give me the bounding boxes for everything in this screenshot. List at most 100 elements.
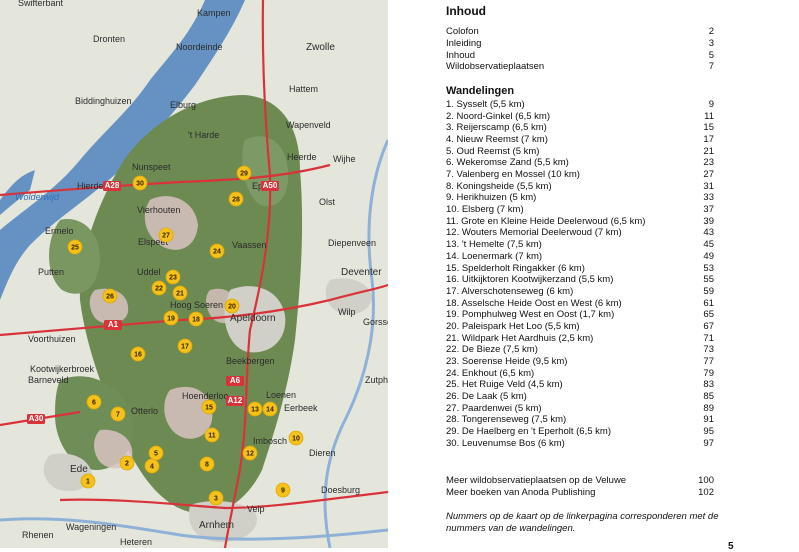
walk-marker: 28 bbox=[228, 191, 244, 207]
toc-entry-label: 23. Soerense Heide (9,5 km) bbox=[446, 355, 568, 367]
svg-text:8: 8 bbox=[205, 462, 209, 469]
svg-text:2: 2 bbox=[125, 461, 129, 468]
toc-entry-label: Inleiding bbox=[446, 37, 482, 49]
toc-entry: 25. Het Ruige Veld (4,5 km) 83 bbox=[446, 379, 714, 390]
toc-entry-page: 5 bbox=[708, 49, 714, 61]
svg-text:4: 4 bbox=[150, 464, 154, 471]
map-place-label: Putten bbox=[38, 267, 64, 277]
toc-entry: Meer boeken van Anoda Publishing 102 bbox=[446, 487, 714, 498]
road-shield: A1 bbox=[104, 320, 122, 330]
map-place-label: Swifterbant bbox=[18, 0, 64, 8]
toc-entry: 16. Uitkijktoren Kootwijkerzand (5,5 km)… bbox=[446, 274, 714, 285]
svg-text:17: 17 bbox=[181, 344, 189, 351]
toc-entry: 10. Elsberg (7 km) 37 bbox=[446, 204, 714, 215]
map-place-label: Kampen bbox=[197, 8, 231, 18]
toc-entry-page: 3 bbox=[708, 37, 714, 49]
walk-marker: 30 bbox=[132, 175, 148, 191]
toc-entry-label: 17. Alverschotenseweg (6 km) bbox=[446, 285, 574, 297]
svg-text:9: 9 bbox=[281, 488, 285, 495]
toc-entry-page: 59 bbox=[703, 285, 714, 297]
toc-entry-page: 102 bbox=[698, 487, 714, 498]
map-place-label: Hoog Soeren bbox=[170, 300, 223, 310]
toc-entry-label: 4. Nieuw Reemst (7 km) bbox=[446, 134, 548, 146]
toc-entry-page: 100 bbox=[698, 475, 714, 486]
toc-entry-label: 5. Oud Reemst (5 km) bbox=[446, 145, 540, 157]
toc-entry-label: Meer boeken van Anoda Publishing bbox=[446, 487, 596, 498]
map-place-label: Gorsse bbox=[363, 317, 388, 327]
svg-text:20: 20 bbox=[228, 304, 236, 311]
svg-text:28: 28 bbox=[232, 197, 240, 204]
toc-entry: 22. De Bieze (7,5 km) 73 bbox=[446, 344, 714, 355]
walk-marker: 5 bbox=[148, 445, 164, 461]
map-place-label: Heerde bbox=[287, 152, 317, 162]
walk-marker: 15 bbox=[201, 399, 217, 415]
toc-entry-page: 71 bbox=[703, 332, 714, 344]
svg-text:15: 15 bbox=[205, 405, 213, 412]
walk-marker: 7 bbox=[110, 406, 126, 422]
walk-marker: 27 bbox=[158, 227, 174, 243]
toc-entry-label: Inhoud bbox=[446, 49, 476, 61]
map-place-label: Biddinghuizen bbox=[75, 96, 132, 106]
toc-entry: 20. Paleispark Het Loo (5,5 km) 67 bbox=[446, 321, 714, 332]
map-place-label: Wolderwijd bbox=[15, 192, 60, 202]
map-place-label: Zwolle bbox=[306, 42, 335, 53]
toc-entry-label: 2. Noord-Ginkel (6,5 km) bbox=[446, 110, 551, 122]
toc-entry: Colofon 2 bbox=[446, 26, 714, 37]
svg-text:3: 3 bbox=[214, 496, 218, 503]
map-place-label: Velp bbox=[247, 504, 265, 514]
toc-entry-page: 7 bbox=[708, 61, 714, 73]
map-place-label: Doesburg bbox=[321, 485, 360, 495]
walk-marker: 23 bbox=[165, 269, 181, 285]
svg-text:29: 29 bbox=[240, 171, 248, 178]
toc-entry: 11. Grote en Kleine Heide Deelerwoud (6,… bbox=[446, 216, 714, 227]
map-place-label: Nunspeet bbox=[132, 162, 171, 172]
toc-entry: Meer wildobservatieplaatsen op de Veluwe… bbox=[446, 475, 714, 486]
toc-entry-label: 26. De Laak (5 km) bbox=[446, 391, 527, 402]
toc-entry: 18. Asselsche Heide Oost en West (6 km) 6… bbox=[446, 298, 714, 309]
toc-entry-label: 8. Koningsheide (5,5 km) bbox=[446, 180, 552, 192]
walk-marker: 29 bbox=[236, 165, 252, 181]
toc-entry: 26. De Laak (5 km) 85 bbox=[446, 391, 714, 402]
veluwe-map: Swifterbant Kampen Dronten Noordeinde Zwolle… bbox=[0, 0, 388, 548]
walk-marker: 13 bbox=[247, 401, 263, 417]
map-place-label: Zutph bbox=[365, 375, 388, 385]
walk-marker: 25 bbox=[67, 239, 83, 255]
toc-entry: 9. Herikhuizen (5 km) 33 bbox=[446, 192, 714, 203]
toc-entry: 30. Leuvenumse Bos (6 km) 97 bbox=[446, 438, 714, 449]
map-place-label: Olst bbox=[319, 197, 336, 207]
toc-entry: 23. Soerense Heide (9,5 km) 77 bbox=[446, 356, 714, 367]
table-of-contents: Inhoud Colofon 2 Inleiding 3 Inhoud 5 Wildobse… bbox=[446, 0, 786, 552]
toc-entry-page: 89 bbox=[703, 402, 714, 414]
svg-text:7: 7 bbox=[116, 412, 120, 419]
svg-text:A28: A28 bbox=[105, 181, 120, 190]
toc-entry-page: 15 bbox=[703, 122, 714, 134]
map-place-label: Barneveld bbox=[28, 375, 69, 385]
walk-marker: 3 bbox=[208, 490, 224, 506]
toc-entry-page: 49 bbox=[703, 250, 714, 262]
toc-entry-label: 18. Asselsche Heide Oost en West (6 km) bbox=[446, 297, 622, 309]
svg-text:27: 27 bbox=[162, 233, 170, 240]
toc-entry: 19. Pomphulweg West en Oost (1,7 km) 65 bbox=[446, 309, 714, 320]
toc-entry: 2. Noord-Ginkel (6,5 km) 11 bbox=[446, 111, 714, 122]
map-place-label: Elburg bbox=[170, 100, 196, 110]
toc-entry-label: 10. Elsberg (7 km) bbox=[446, 204, 524, 216]
walk-marker: 9 bbox=[275, 482, 291, 498]
toc-entry-page: 2 bbox=[708, 26, 714, 37]
toc-entry: 5. Oud Reemst (5 km) 21 bbox=[446, 146, 714, 157]
map-place-label: Ede bbox=[70, 464, 88, 475]
toc-entry: 13. 't Hemelte (7,5 km) 45 bbox=[446, 239, 714, 250]
toc-entry: 28. Tongerenseweg (7,5 km) 91 bbox=[446, 414, 714, 425]
walk-marker: 6 bbox=[86, 394, 102, 410]
toc-entry-label: 3. Reijerscamp (6,5 km) bbox=[446, 122, 547, 134]
svg-text:18: 18 bbox=[192, 317, 200, 324]
toc-entry-page: 33 bbox=[703, 192, 714, 204]
toc-entry-label: Meer wildobservatieplaatsen op de Veluwe bbox=[446, 475, 627, 486]
toc-entry-page: 27 bbox=[703, 169, 714, 181]
toc-entry: 15. Spelderholt Ringakker (6 km) 53 bbox=[446, 263, 714, 274]
svg-text:A50: A50 bbox=[263, 181, 278, 190]
road-shield: A28 bbox=[103, 181, 121, 191]
toc-entry: 7. Valenberg en Mossel (10 km) 27 bbox=[446, 169, 714, 180]
walk-marker: 2 bbox=[119, 455, 135, 471]
toc-entry-label: 21. Wildpark Het Aardhuis (2,5 km) bbox=[446, 332, 594, 344]
toc-entry-label: 13. 't Hemelte (7,5 km) bbox=[446, 239, 542, 251]
